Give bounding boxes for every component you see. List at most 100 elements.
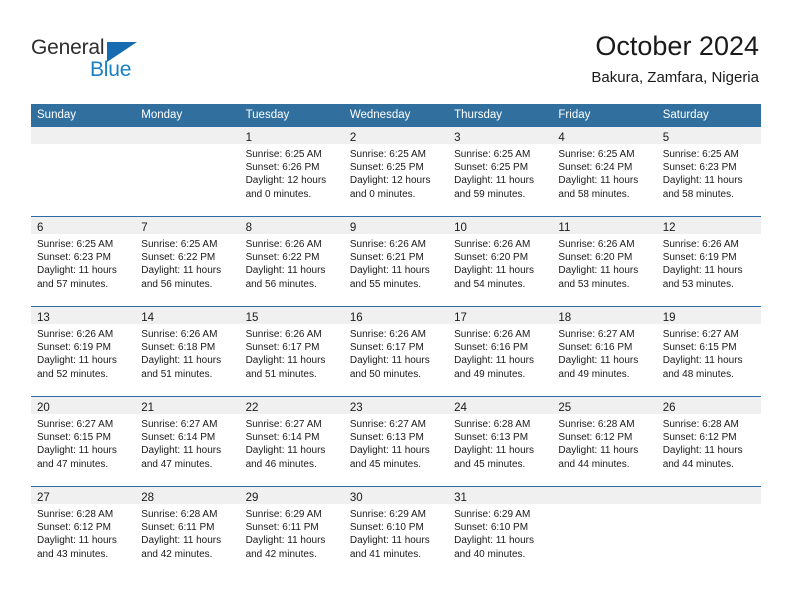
day-cell[interactable]: 20 Sunrise: 6:27 AM Sunset: 6:15 PM Dayligh… (31, 396, 136, 487)
sunset-text: Sunset: 6:25 PM (349, 162, 424, 174)
sunset-text: Sunset: 6:20 PM (558, 252, 633, 264)
general-blue-logo[interactable]: General Blue (31, 36, 151, 84)
day-cell[interactable]: 30 Sunrise: 6:29 AM Sunset: 6:10 PM Dayligh… (343, 486, 449, 576)
daylight-text-1: Daylight: 11 hours (558, 265, 639, 277)
day-cell[interactable]: 13 Sunrise: 6:26 AM Sunset: 6:19 PM Dayligh… (31, 306, 136, 397)
day-cell[interactable]: 10 Sunrise: 6:26 AM Sunset: 6:20 PM Dayligh… (448, 216, 553, 307)
day-cell[interactable]: 3 Sunrise: 6:25 AM Sunset: 6:25 PM Daylight… (448, 126, 553, 217)
daylight-text-2: and 48 minutes. (662, 368, 734, 380)
sunrise-text: Sunrise: 6:25 AM (454, 149, 531, 160)
daylight-text-2: and 53 minutes. (558, 278, 630, 290)
day-number: 8 (245, 222, 252, 234)
day-cell[interactable]: 4 Sunrise: 6:25 AM Sunset: 6:24 PM Daylight… (552, 126, 657, 217)
sunrise-text: Sunrise: 6:28 AM (141, 509, 218, 520)
day-cell[interactable]: 18 Sunrise: 6:27 AM Sunset: 6:16 PM Dayligh… (552, 306, 657, 397)
page-title: October 2024 (595, 31, 759, 61)
day-number: 10 (454, 222, 467, 234)
daylight-text-1: Daylight: 11 hours (141, 535, 222, 547)
day-number: 6 (37, 222, 44, 234)
daylight-text-2: and 58 minutes. (558, 188, 630, 200)
daylight-text-1: Daylight: 11 hours (245, 355, 326, 367)
sunset-text: Sunset: 6:10 PM (349, 522, 424, 534)
daylight-text-2: and 0 minutes. (349, 188, 416, 200)
day-cell[interactable]: 21 Sunrise: 6:27 AM Sunset: 6:14 PM Dayligh… (135, 396, 240, 487)
page-header: General Blue October 2024 Bakura, Zamfar… (0, 0, 792, 100)
daylight-text-2: and 47 minutes. (141, 458, 213, 470)
sunset-text: Sunset: 6:14 PM (141, 432, 216, 444)
calendar-page: General Blue October 2024 Bakura, Zamfar… (0, 0, 792, 612)
daylight-text-2: and 49 minutes. (454, 368, 526, 380)
day-cell[interactable]: 28 Sunrise: 6:28 AM Sunset: 6:11 PM Dayligh… (135, 486, 240, 576)
day-cell[interactable] (135, 126, 240, 217)
daylight-text-1: Daylight: 11 hours (454, 175, 534, 187)
day-cell[interactable]: 14 Sunrise: 6:26 AM Sunset: 6:18 PM Dayligh… (135, 306, 240, 397)
day-cell[interactable]: 1 Sunrise: 6:25 AM Sunset: 6:26 PM Daylight… (239, 126, 344, 217)
day-number: 21 (141, 402, 155, 414)
daylight-text-1: Daylight: 11 hours (454, 265, 534, 277)
day-cell[interactable]: 5 Sunrise: 6:25 AM Sunset: 6:23 PM Daylight… (656, 126, 761, 217)
title-block: October 2024 Bakura, Zamfara, Nigeria (591, 30, 759, 88)
sunrise-text: Sunrise: 6:26 AM (349, 329, 426, 340)
day-number: 20 (37, 402, 50, 414)
day-cell[interactable]: 16 Sunrise: 6:26 AM Sunset: 6:17 PM Dayligh… (343, 306, 449, 397)
sunrise-text: Sunrise: 6:27 AM (349, 419, 426, 430)
day-cell[interactable]: 22 Sunrise: 6:27 AM Sunset: 6:14 PM Dayligh… (239, 396, 344, 487)
day-cell[interactable]: 8 Sunrise: 6:26 AM Sunset: 6:22 PM Daylight… (239, 216, 344, 307)
sunrise-text: Sunrise: 6:25 AM (37, 239, 114, 250)
sunset-text: Sunset: 6:14 PM (245, 432, 320, 444)
daylight-text-2: and 42 minutes. (245, 548, 317, 560)
daylight-text-2: and 40 minutes. (454, 548, 526, 560)
sunset-text: Sunset: 6:12 PM (662, 432, 737, 444)
daylight-text-1: Daylight: 11 hours (454, 355, 534, 367)
day-cell[interactable]: 2 Sunrise: 6:25 AM Sunset: 6:25 PM Daylight… (343, 126, 449, 217)
day-cell[interactable]: 9 Sunrise: 6:26 AM Sunset: 6:21 PM Daylight… (343, 216, 449, 307)
sunset-text: Sunset: 6:22 PM (141, 252, 216, 264)
day-cell[interactable] (552, 486, 657, 576)
day-cell[interactable]: 31 Sunrise: 6:29 AM Sunset: 6:10 PM Dayligh… (448, 486, 553, 576)
day-cell[interactable]: 15 Sunrise: 6:26 AM Sunset: 6:17 PM Dayligh… (239, 306, 344, 397)
daylight-text-1: Daylight: 11 hours (37, 445, 117, 457)
day-number: 24 (454, 402, 467, 414)
day-number: 5 (662, 132, 670, 144)
day-cell[interactable]: 26 Sunrise: 6:28 AM Sunset: 6:12 PM Dayligh… (656, 396, 761, 487)
day-cell[interactable]: 25 Sunrise: 6:28 AM Sunset: 6:12 PM Dayligh… (552, 396, 657, 487)
day-cell[interactable] (656, 486, 761, 576)
day-cell[interactable]: 29 Sunrise: 6:29 AM Sunset: 6:11 PM Dayligh… (239, 486, 344, 576)
week-row: 13 Sunrise: 6:26 AM Sunset: 6:19 PM Dayligh… (31, 306, 761, 397)
sunrise-text: Sunrise: 6:28 AM (37, 509, 114, 520)
daylight-text-2: and 47 minutes. (37, 458, 109, 470)
day-number: 18 (558, 312, 572, 324)
day-number: 22 (245, 402, 259, 414)
day-number: 19 (662, 312, 676, 324)
sunrise-text: Sunrise: 6:27 AM (141, 419, 218, 430)
day-number: 2 (349, 132, 357, 144)
day-cell[interactable]: 12 Sunrise: 6:26 AM Sunset: 6:19 PM Dayligh… (656, 216, 761, 307)
sunset-text: Sunset: 6:24 PM (558, 162, 633, 174)
day-number: 23 (349, 402, 363, 414)
sunrise-text: Sunrise: 6:25 AM (141, 239, 218, 250)
weekday-header-friday: Friday (552, 104, 657, 127)
day-number: 16 (349, 312, 363, 324)
day-cell[interactable]: 7 Sunrise: 6:25 AM Sunset: 6:22 PM Daylight… (135, 216, 240, 307)
day-cell[interactable]: 27 Sunrise: 6:28 AM Sunset: 6:12 PM Dayligh… (31, 486, 136, 576)
sunset-text: Sunset: 6:26 PM (245, 162, 320, 174)
day-cell[interactable] (31, 126, 136, 217)
weekday-header-saturday: Saturday (656, 104, 761, 127)
day-cell[interactable]: 24 Sunrise: 6:28 AM Sunset: 6:13 PM Dayligh… (448, 396, 553, 487)
logo-text-blue: Blue (90, 58, 132, 81)
daylight-text-2: and 51 minutes. (245, 368, 317, 380)
day-cell[interactable]: 23 Sunrise: 6:27 AM Sunset: 6:13 PM Dayligh… (343, 396, 449, 487)
day-cell[interactable]: 11 Sunrise: 6:26 AM Sunset: 6:20 PM Dayligh… (552, 216, 657, 307)
sunset-text: Sunset: 6:22 PM (245, 252, 320, 264)
daylight-text-1: Daylight: 11 hours (558, 175, 639, 187)
weekday-header-sunday: Sunday (31, 104, 136, 127)
day-cell[interactable]: 6 Sunrise: 6:25 AM Sunset: 6:23 PM Daylight… (31, 216, 136, 307)
sunset-text: Sunset: 6:23 PM (662, 162, 737, 174)
daylight-text-2: and 59 minutes. (454, 188, 526, 200)
daylight-text-2: and 56 minutes. (245, 278, 317, 290)
day-number: 11 (558, 222, 571, 234)
day-cell[interactable]: 19 Sunrise: 6:27 AM Sunset: 6:15 PM Dayligh… (656, 306, 761, 397)
daylight-text-1: Daylight: 11 hours (245, 265, 326, 277)
daylight-text-1: Daylight: 11 hours (349, 355, 430, 367)
day-cell[interactable]: 17 Sunrise: 6:26 AM Sunset: 6:16 PM Dayligh… (448, 306, 553, 397)
